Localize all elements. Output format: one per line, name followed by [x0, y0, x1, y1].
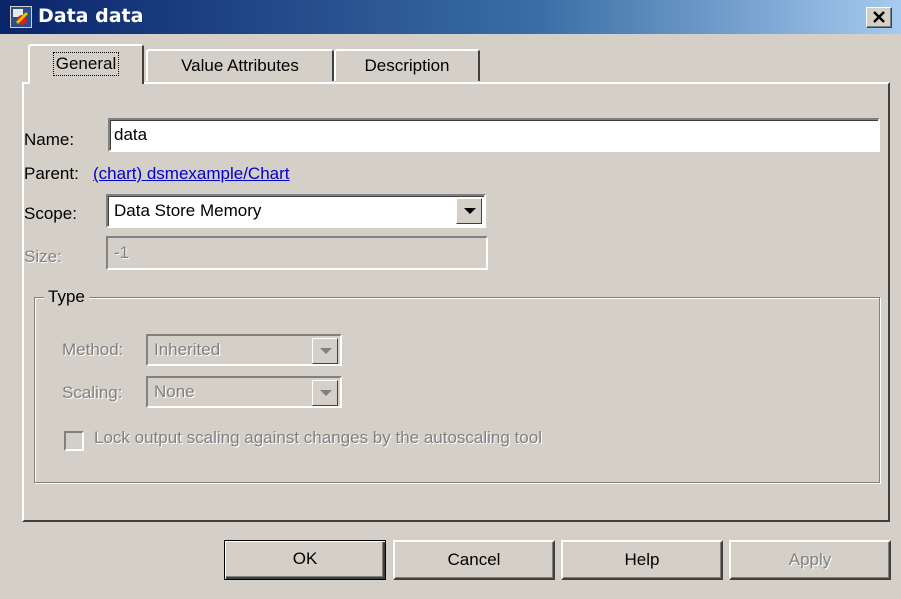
tab-value-attributes[interactable]: Value Attributes — [146, 49, 334, 81]
ok-button[interactable]: OK — [224, 540, 386, 580]
tab-panel-general — [22, 82, 890, 522]
tab-description[interactable]: Description — [334, 49, 480, 81]
close-icon — [873, 11, 885, 23]
tab-general[interactable]: General — [28, 44, 144, 84]
cancel-button[interactable]: Cancel — [393, 540, 555, 580]
window-title: Data data — [38, 5, 144, 27]
tab-general-label: General — [52, 52, 120, 76]
help-button[interactable]: Help — [561, 540, 723, 580]
close-button[interactable] — [866, 7, 892, 28]
stateflow-app-icon — [10, 6, 32, 28]
apply-button: Apply — [729, 540, 891, 580]
